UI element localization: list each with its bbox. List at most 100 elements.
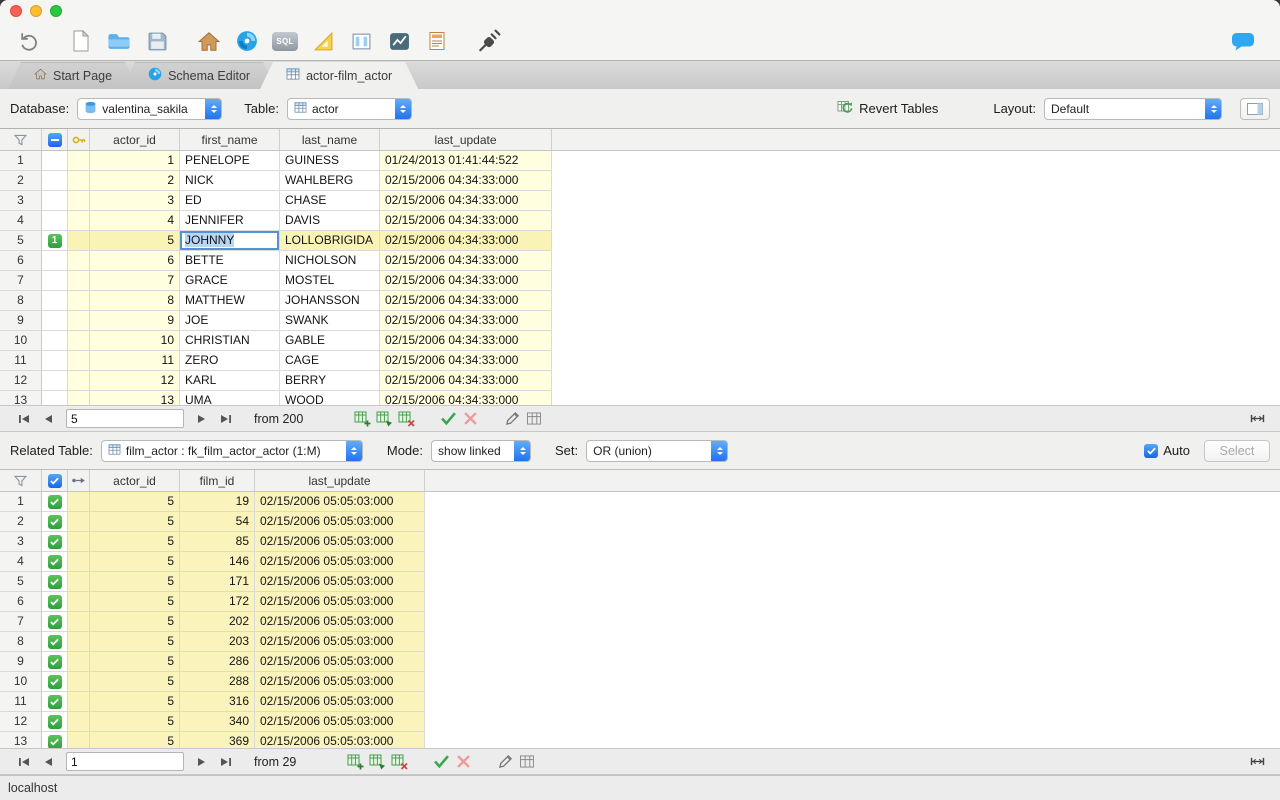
database-select[interactable]: valentina_sakila bbox=[77, 98, 222, 120]
last-record-icon[interactable] bbox=[214, 753, 238, 771]
actor-id-cell[interactable]: 4 bbox=[90, 211, 180, 231]
table-row[interactable]: 13536902/15/2006 05:05:03:000 bbox=[0, 732, 1280, 748]
film-id-cell[interactable]: 340 bbox=[180, 712, 255, 732]
discard-changes-icon[interactable] bbox=[452, 752, 474, 772]
row-select-cell[interactable] bbox=[42, 251, 68, 271]
row-number[interactable]: 6 bbox=[0, 251, 42, 271]
record-number-input[interactable] bbox=[66, 409, 184, 428]
last-update-cell[interactable]: 02/15/2006 04:34:33:000 bbox=[380, 171, 552, 191]
last-update-cell[interactable]: 02/15/2006 05:05:03:000 bbox=[255, 552, 425, 572]
actor-id-cell[interactable]: 5 bbox=[90, 592, 180, 612]
last-name-cell[interactable]: DAVIS bbox=[280, 211, 380, 231]
grid-view-icon[interactable] bbox=[523, 409, 545, 429]
last-name-cell[interactable]: WOOD bbox=[280, 391, 380, 405]
last-name-cell[interactable]: GABLE bbox=[280, 331, 380, 351]
last-update-cell[interactable]: 02/15/2006 05:05:03:000 bbox=[255, 692, 425, 712]
film-id-cell[interactable]: 316 bbox=[180, 692, 255, 712]
last-update-cell[interactable]: 02/15/2006 04:34:33:000 bbox=[380, 311, 552, 331]
accept-changes-icon[interactable] bbox=[437, 409, 459, 429]
select-all-checkbox[interactable] bbox=[42, 129, 68, 150]
report-icon[interactable] bbox=[422, 27, 452, 55]
row-select-cell[interactable] bbox=[42, 351, 68, 371]
key-cell[interactable] bbox=[68, 311, 90, 331]
first-name-cell[interactable]: JOHNNY bbox=[180, 231, 280, 251]
add-record-icon[interactable] bbox=[344, 752, 366, 772]
key-cell[interactable] bbox=[68, 171, 90, 191]
schema-editor-icon[interactable] bbox=[232, 27, 262, 55]
actor-id-cell[interactable]: 13 bbox=[90, 391, 180, 405]
last-update-cell[interactable]: 02/15/2006 05:05:03:000 bbox=[255, 652, 425, 672]
zoom-button[interactable] bbox=[50, 5, 62, 17]
row-check-cell[interactable] bbox=[42, 612, 68, 632]
grid-view-icon[interactable] bbox=[516, 752, 538, 772]
film-id-cell[interactable]: 54 bbox=[180, 512, 255, 532]
edit-record-icon[interactable] bbox=[501, 409, 523, 429]
split-resize-icon[interactable] bbox=[1246, 752, 1268, 772]
film-id-cell[interactable]: 286 bbox=[180, 652, 255, 672]
row-number[interactable]: 5 bbox=[0, 572, 42, 592]
first-name-cell[interactable]: KARL bbox=[180, 371, 280, 391]
first-name-cell[interactable]: CHRISTIAN bbox=[180, 331, 280, 351]
row-check-cell[interactable] bbox=[42, 552, 68, 572]
row-select-cell[interactable] bbox=[42, 211, 68, 231]
actor-id-cell[interactable]: 5 bbox=[90, 512, 180, 532]
edit-record-icon[interactable] bbox=[494, 752, 516, 772]
film-id-cell[interactable]: 19 bbox=[180, 492, 255, 512]
table-row[interactable]: 1212KARLBERRY02/15/2006 04:34:33:000 bbox=[0, 371, 1280, 391]
actor-id-cell[interactable]: 8 bbox=[90, 291, 180, 311]
actor-id-cell[interactable]: 1 bbox=[90, 151, 180, 171]
table-row[interactable]: 88MATTHEWJOHANSSON02/15/2006 04:34:33:00… bbox=[0, 291, 1280, 311]
table-row[interactable]: 255402/15/2006 05:05:03:000 bbox=[0, 512, 1280, 532]
last-name-cell[interactable]: SWANK bbox=[280, 311, 380, 331]
table-row[interactable]: 1313UMAWOOD02/15/2006 04:34:33:000 bbox=[0, 391, 1280, 405]
key-cell[interactable] bbox=[68, 351, 90, 371]
row-select-cell[interactable] bbox=[42, 311, 68, 331]
row-number[interactable]: 10 bbox=[0, 331, 42, 351]
first-name-cell[interactable]: ED bbox=[180, 191, 280, 211]
actor-id-cell[interactable]: 5 bbox=[90, 632, 180, 652]
mode-select[interactable]: show linked bbox=[431, 440, 531, 462]
column-header-last-update[interactable]: last_update bbox=[255, 470, 425, 491]
row-select-cell[interactable] bbox=[42, 291, 68, 311]
column-header-actor-id[interactable]: actor_id bbox=[90, 470, 180, 491]
layout-select[interactable]: Default bbox=[1044, 98, 1222, 120]
last-update-cell[interactable]: 02/15/2006 04:34:33:000 bbox=[380, 231, 552, 251]
row-select-cell[interactable] bbox=[42, 391, 68, 405]
split-resize-icon[interactable] bbox=[1246, 409, 1268, 429]
actor-id-cell[interactable]: 5 bbox=[90, 692, 180, 712]
actor-id-cell[interactable]: 5 bbox=[90, 492, 180, 512]
last-update-cell[interactable]: 02/15/2006 04:34:33:000 bbox=[380, 251, 552, 271]
last-name-cell[interactable]: MOSTEL bbox=[280, 271, 380, 291]
select-all-checkbox[interactable] bbox=[42, 470, 68, 491]
relation-cell[interactable] bbox=[68, 612, 90, 632]
table-row[interactable]: 12534002/15/2006 05:05:03:000 bbox=[0, 712, 1280, 732]
row-check-cell[interactable] bbox=[42, 492, 68, 512]
actor-id-cell[interactable]: 9 bbox=[90, 311, 180, 331]
last-name-cell[interactable]: JOHANSSON bbox=[280, 291, 380, 311]
film-id-cell[interactable]: 172 bbox=[180, 592, 255, 612]
table-row[interactable]: 151902/15/2006 05:05:03:000 bbox=[0, 492, 1280, 512]
table-row[interactable]: 6517202/15/2006 05:05:03:000 bbox=[0, 592, 1280, 612]
row-select-cell[interactable] bbox=[42, 151, 68, 171]
row-select-cell[interactable] bbox=[42, 191, 68, 211]
layout-panel-button[interactable] bbox=[1240, 98, 1270, 120]
key-cell[interactable] bbox=[68, 151, 90, 171]
relation-cell[interactable] bbox=[68, 492, 90, 512]
next-record-icon[interactable] bbox=[190, 410, 214, 428]
row-check-cell[interactable] bbox=[42, 652, 68, 672]
last-name-cell[interactable]: BERRY bbox=[280, 371, 380, 391]
minimize-button[interactable] bbox=[30, 5, 42, 17]
first-name-cell[interactable]: JOE bbox=[180, 311, 280, 331]
last-update-cell[interactable]: 02/15/2006 05:05:03:000 bbox=[255, 732, 425, 748]
ruler-icon[interactable] bbox=[308, 27, 338, 55]
last-update-cell[interactable]: 02/15/2006 05:05:03:000 bbox=[255, 592, 425, 612]
home-icon[interactable] bbox=[194, 27, 224, 55]
actor-id-cell[interactable]: 2 bbox=[90, 171, 180, 191]
actor-id-cell[interactable]: 5 bbox=[90, 612, 180, 632]
last-update-cell[interactable]: 02/15/2006 04:34:33:000 bbox=[380, 391, 552, 405]
key-cell[interactable] bbox=[68, 191, 90, 211]
row-number[interactable]: 13 bbox=[0, 732, 42, 748]
last-update-cell[interactable]: 02/15/2006 05:05:03:000 bbox=[255, 512, 425, 532]
key-cell[interactable] bbox=[68, 211, 90, 231]
row-number[interactable]: 3 bbox=[0, 191, 42, 211]
